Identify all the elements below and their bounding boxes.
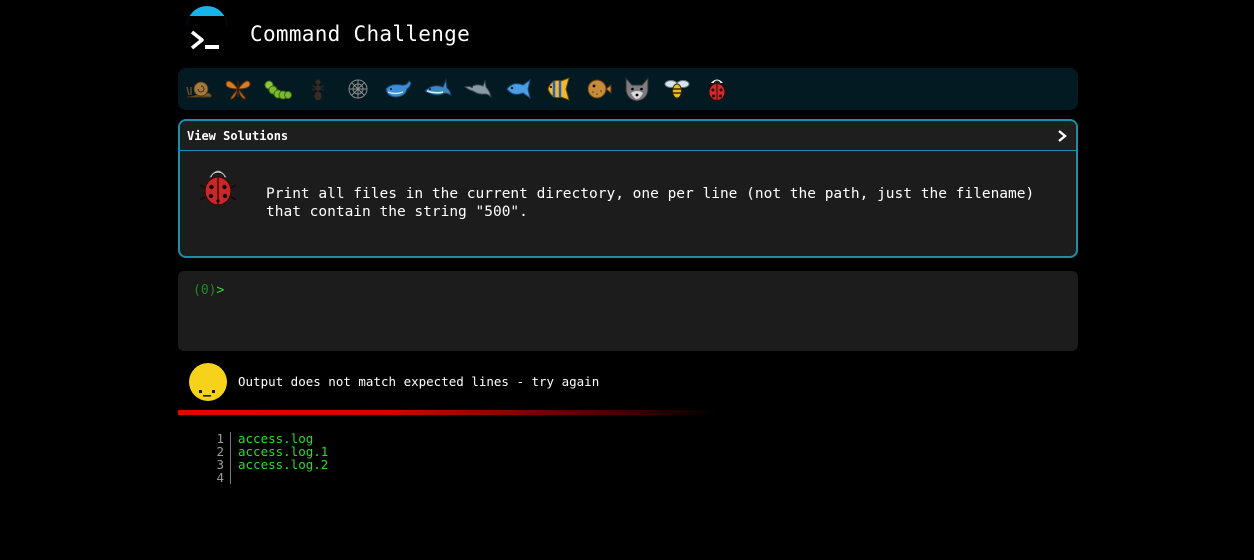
neutral-face-icon — [189, 363, 227, 401]
exit-status: (0) — [193, 283, 217, 298]
butterfly-icon[interactable] — [223, 75, 253, 103]
site-title[interactable]: Command Challenge — [250, 22, 470, 46]
header: Command Challenge — [178, 0, 1078, 68]
terminal-prompt: (0)> — [193, 283, 224, 298]
ant-icon[interactable] — [303, 75, 333, 103]
challenge-text: Print all files in the current directory… — [266, 186, 1035, 220]
gutter-divider — [230, 458, 231, 471]
snail-icon[interactable] — [184, 75, 214, 103]
failure-bar — [178, 410, 718, 415]
caterpillar-icon[interactable] — [263, 75, 293, 103]
challenge-card: View Solutions Print all files in the cu… — [178, 119, 1078, 258]
chevron-right-icon — [1058, 130, 1067, 142]
gutter-divider — [230, 445, 231, 458]
blowfish-icon[interactable] — [583, 75, 613, 103]
page: Command Challenge View Solutions Print a… — [0, 0, 1254, 560]
tropical-fish-icon[interactable] — [543, 75, 573, 103]
terminal-logo-icon[interactable] — [184, 6, 230, 56]
result-message: Output does not match expected lines - t… — [188, 362, 888, 402]
terminal-input[interactable]: (0)> — [178, 271, 1078, 351]
ladybug-icon[interactable] — [702, 75, 732, 103]
challenge-body: Print all files in the current directory… — [180, 151, 1076, 256]
line-text: access.log.2 — [238, 457, 329, 472]
view-solutions-label: View Solutions — [187, 129, 289, 143]
view-solutions-toggle[interactable]: View Solutions — [180, 121, 1076, 151]
dolphin-icon[interactable] — [463, 75, 493, 103]
wolf-icon[interactable] — [622, 75, 652, 103]
ladybug-icon — [199, 170, 237, 206]
bee-icon[interactable] — [662, 75, 692, 103]
gutter-divider — [230, 471, 231, 484]
challenge-icon-bar — [178, 68, 1078, 110]
prompt-symbol: > — [216, 283, 225, 298]
shark-icon[interactable] — [423, 75, 453, 103]
line-number: 4 — [216, 470, 224, 485]
spiderweb-icon[interactable] — [343, 75, 373, 103]
result-text: Output does not match expected lines - t… — [238, 374, 600, 389]
whale-icon[interactable] — [383, 75, 413, 103]
gutter-divider — [230, 432, 231, 445]
fish-icon[interactable] — [503, 75, 533, 103]
